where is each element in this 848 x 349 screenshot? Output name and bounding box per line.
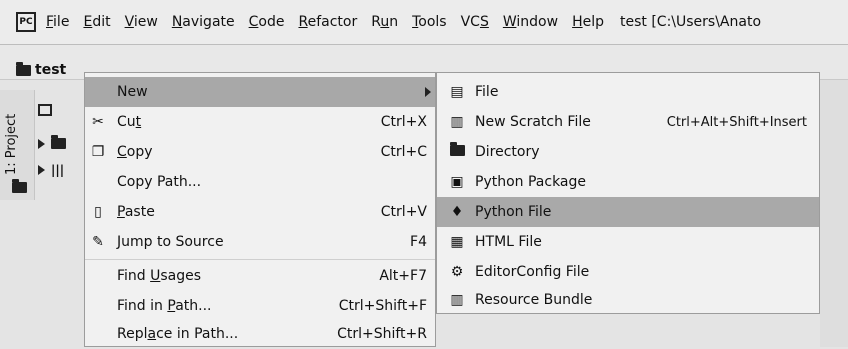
menu-item-jump-to-source[interactable]: ✎ Jump to Source F4 [85,227,435,257]
module-icon [38,104,52,116]
submenu-item-label: EditorConfig File [475,264,590,280]
menu-item-label: Copy Path... [117,174,202,190]
submenu-item-python-file[interactable]: ♦ Python File [437,197,819,227]
menu-item-copy[interactable]: ❐ Copy Ctrl+C [85,137,435,167]
menu-item-cut[interactable]: ✂ Cut Ctrl+X [85,107,435,137]
submenu-item-label: HTML File [475,234,542,250]
menu-item-find-usages[interactable]: Find Usages Alt+F7 [85,261,435,291]
menu-item-label: Copy [117,144,153,160]
project-tool-tab-label: 1: Project [4,113,19,175]
window-title: test [C:\Users\Anato [620,14,762,30]
submenu-item-label: Directory [475,144,540,160]
menu-help[interactable]: Help [572,14,604,30]
library-icon: ||| [51,163,65,177]
menu-window[interactable]: Window [503,14,558,30]
file-icon: ▤ [450,84,464,100]
submenu-item-label: Python File [475,204,552,220]
submenu-item-label: Python Package [475,174,587,190]
menu-edit[interactable]: Edit [83,14,110,30]
menu-item-label: Replace in Path... [117,326,239,342]
breadcrumb-root[interactable]: test [16,61,67,78]
shortcut: Ctrl+Shift+R [337,326,427,342]
scratch-file-icon: ▥ [450,114,464,130]
shortcut: Alt+F7 [379,268,427,284]
expand-arrow-icon [38,165,45,175]
folder-icon [449,142,465,160]
menu-item-label: Cut [117,114,142,130]
submenu-item-editorconfig-file[interactable]: ⚙ EditorConfig File [437,257,819,287]
menu-tools[interactable]: Tools [412,14,447,30]
folder-icon [12,179,27,193]
menu-code[interactable]: Code [249,14,285,30]
submenu-arrow-icon [425,87,431,97]
folder-icon [51,135,66,149]
menu-item-label: Find Usages [117,268,202,284]
tree-node[interactable] [38,135,70,149]
expand-arrow-icon [38,138,45,149]
html-icon: ▦ [450,234,464,250]
app-logo-icon: PC [16,12,36,32]
menu-file[interactable]: File [46,14,69,30]
submenu-item-label: File [475,84,499,100]
menu-item-new[interactable]: New [85,77,435,107]
menu-refactor[interactable]: Refactor [298,14,357,30]
submenu-item-file[interactable]: ▤ File [437,77,819,107]
menu-item-label: New [117,84,148,100]
menu-separator [85,259,435,260]
menu-item-paste[interactable]: ▯ Paste Ctrl+V [85,197,435,227]
folder-icon [16,61,31,76]
package-icon: ▣ [450,174,464,190]
menu-bar: PC File Edit View Navigate Code Refactor… [0,0,848,45]
submenu-item-directory[interactable]: Directory [437,137,819,167]
clipboard-icon: ▯ [94,204,102,220]
copy-icon: ❐ [91,144,105,160]
shortcut: Ctrl+Shift+F [338,298,427,314]
resource-bundle-icon: ▥ [450,292,464,308]
shortcut: Ctrl+X [380,114,427,130]
menu-item-replace-in-path[interactable]: Replace in Path... Ctrl+Shift+R [85,319,435,349]
gear-icon: ⚙ [450,264,464,280]
editor-area [820,80,848,347]
menu-vcs[interactable]: VCS [461,14,489,30]
tree-node[interactable]: ||| [38,163,64,177]
project-root-label: test [35,62,67,78]
menu-run[interactable]: Run [371,14,398,30]
menu-navigate[interactable]: Navigate [172,14,235,30]
menu-item-label: Jump to Source [117,234,224,250]
menu-item-label: Find in Path... [117,298,212,314]
submenu-item-html-file[interactable]: ▦ HTML File [437,227,819,257]
submenu-item-resource-bundle[interactable]: ▥ Resource Bundle [437,285,819,315]
submenu-item-label: Resource Bundle [475,292,593,308]
tree-node[interactable] [38,104,52,116]
menu-item-find-in-path[interactable]: Find in Path... Ctrl+Shift+F [85,291,435,321]
menu-item-copy-path[interactable]: Copy Path... [85,167,435,197]
menu-view[interactable]: View [125,14,158,30]
submenu-item-python-package[interactable]: ▣ Python Package [437,167,819,197]
pencil-icon: ✎ [92,234,104,250]
shortcut: Ctrl+V [380,204,427,220]
shortcut: F4 [410,234,427,250]
shortcut: Ctrl+Alt+Shift+Insert [666,114,807,130]
python-icon: ♦ [450,204,464,220]
submenu-item-new-scratch-file[interactable]: ▥ New Scratch File Ctrl+Alt+Shift+Insert [437,107,819,137]
submenu-item-label: New Scratch File [475,114,591,130]
scissors-icon: ✂ [92,114,104,130]
menu-item-label: Paste [117,204,155,220]
new-submenu: ▤ File ▥ New Scratch File Ctrl+Alt+Shift… [436,72,820,314]
shortcut: Ctrl+C [380,144,427,160]
context-menu: New ✂ Cut Ctrl+X ❐ Copy Ctrl+C Copy Path… [84,72,436,347]
